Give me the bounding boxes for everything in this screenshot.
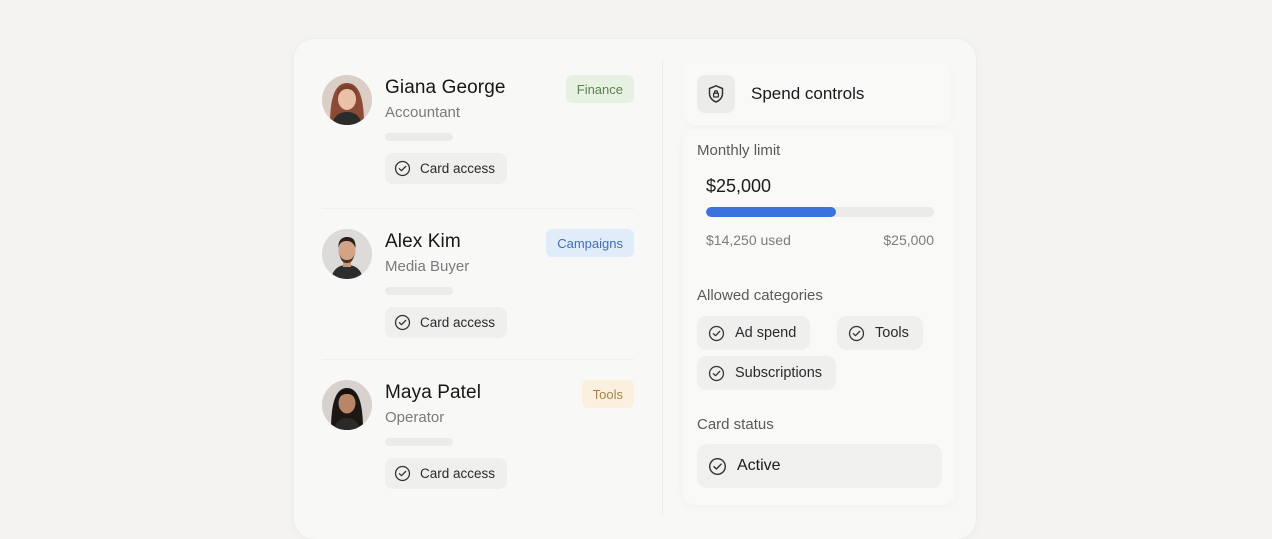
category-chip-subscriptions[interactable]: Subscriptions — [697, 356, 837, 390]
avatar — [322, 75, 372, 125]
person-name: Alex Kim — [385, 231, 461, 252]
person-role: Operator — [385, 409, 445, 426]
category-label: Ad spend — [735, 325, 797, 341]
person-role: Media Buyer — [385, 258, 470, 275]
card-status-label: Card status — [697, 416, 774, 433]
used-amount: $14,250 used — [706, 232, 791, 248]
person-role: Accountant — [385, 104, 461, 121]
card-status-pill[interactable]: Active — [697, 444, 942, 488]
avatar — [322, 380, 372, 430]
category-chip-tools[interactable]: Tools — [837, 316, 923, 350]
limit-progress-fill — [706, 207, 836, 217]
department-tag: Finance — [565, 75, 634, 103]
total-amount: $25,000 — [883, 232, 934, 248]
person-name: Giana George — [385, 77, 506, 98]
spend-controls-header: Spend controls — [683, 61, 951, 125]
card-access-chip[interactable]: Card access — [385, 307, 508, 338]
check-circle-icon — [394, 465, 411, 482]
skeleton-line — [385, 438, 453, 446]
skeleton-line — [385, 133, 453, 141]
limit-progress-bar — [706, 207, 934, 217]
panel-title: Spend controls — [751, 84, 865, 103]
row-separator — [322, 208, 634, 209]
check-circle-icon — [848, 325, 865, 341]
monthly-limit-box: $25,000 $14,250 used $25,000 — [697, 165, 945, 265]
chip-label: Card access — [420, 466, 496, 481]
person-row[interactable]: Alex Kim Media Buyer Card access Campaig… — [322, 229, 634, 349]
category-label: Tools — [875, 325, 909, 341]
category-chip-ad-spend[interactable]: Ad spend — [697, 316, 811, 350]
row-separator — [322, 359, 634, 360]
person-row[interactable]: Maya Patel Operator Card access Tools — [322, 380, 634, 500]
avatar — [322, 229, 372, 279]
monthly-limit-label: Monthly limit — [697, 142, 781, 159]
check-circle-icon — [708, 457, 727, 475]
category-label: Subscriptions — [735, 365, 823, 381]
check-circle-icon — [708, 365, 725, 381]
check-circle-icon — [394, 314, 411, 331]
card-status-value: Active — [737, 457, 781, 474]
card-access-chip[interactable]: Card access — [385, 153, 508, 184]
chip-label: Card access — [420, 315, 496, 330]
check-circle-icon — [394, 160, 411, 177]
allowed-categories-label: Allowed categories — [697, 287, 823, 304]
column-divider — [662, 60, 663, 515]
department-tag: Tools — [581, 380, 634, 408]
card-access-chip[interactable]: Card access — [385, 458, 508, 489]
person-name: Maya Patel — [385, 382, 482, 403]
shield-lock-icon — [697, 75, 735, 113]
department-tag: Campaigns — [546, 229, 634, 257]
chip-label: Card access — [420, 161, 496, 176]
skeleton-line — [385, 287, 453, 295]
person-row[interactable]: Giana George Accountant Card access Fina… — [322, 75, 634, 195]
limit-amount: $25,000 — [706, 176, 772, 196]
check-circle-icon — [708, 325, 725, 341]
